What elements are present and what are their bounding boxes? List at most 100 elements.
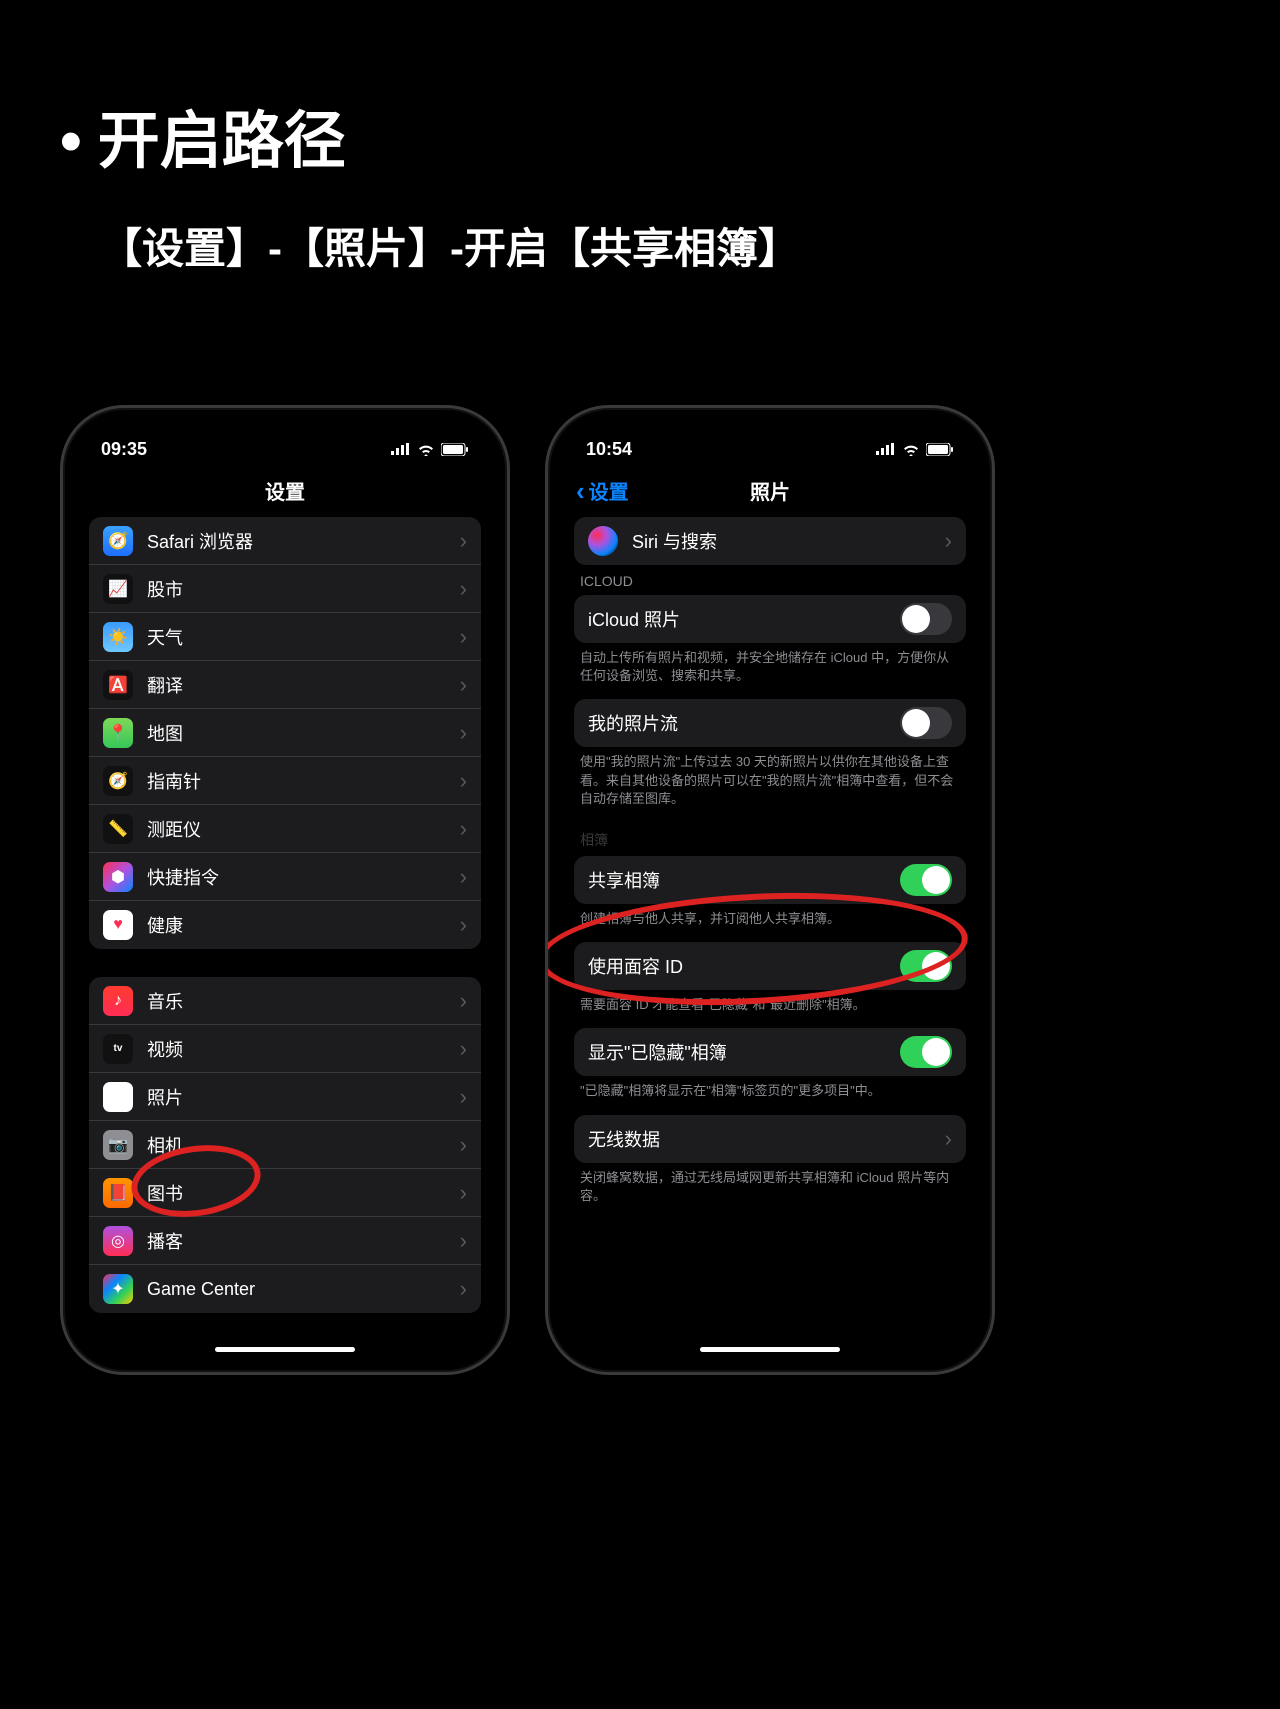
row-label: 视频 [147, 1036, 460, 1062]
settings-row-safari[interactable]: 🧭Safari 浏览器› [89, 517, 481, 565]
row-label: 播客 [147, 1228, 460, 1254]
camera-icon: 📷 [103, 1130, 133, 1160]
cellular-row[interactable]: 无线数据 › [574, 1115, 966, 1163]
row-label: 快捷指令 [147, 864, 460, 890]
settings-group-2: ♪音乐›tv视频›✿照片›📷相机›📕图书›◎播客›✦Game Center› [89, 977, 481, 1313]
photos-title: 照片 [750, 482, 790, 504]
notch [670, 422, 870, 452]
wifi-icon [417, 443, 435, 456]
chevron-right-icon: › [460, 816, 467, 842]
cellular-footer: 关闭蜂窝数据，通过无线局域网更新共享相簿和 iCloud 照片等内容。 [562, 1163, 978, 1219]
health-icon: ♥ [103, 910, 133, 940]
settings-row-gamecenter[interactable]: ✦Game Center› [89, 1265, 481, 1313]
hidden-footer: "已隐藏"相簿将显示在"相簿"标签页的"更多项目"中。 [562, 1076, 978, 1114]
tv-icon: tv [103, 1034, 133, 1064]
status-time: 10:54 [586, 439, 632, 460]
faceid-row[interactable]: 使用面容 ID [574, 942, 966, 990]
gamecenter-icon: ✦ [103, 1274, 133, 1304]
shared-footer: 创建相簿与他人共享，并订阅他人共享相簿。 [562, 904, 978, 942]
settings-row-compass[interactable]: 🧭指南针› [89, 757, 481, 805]
music-icon: ♪ [103, 986, 133, 1016]
home-indicator[interactable] [700, 1347, 840, 1352]
row-label: 音乐 [147, 988, 460, 1014]
back-button[interactable]: ‹ 设置 [576, 476, 629, 505]
settings-row-weather[interactable]: ☀️天气› [89, 613, 481, 661]
photostream-footer: 使用"我的照片流"上传过去 30 天的新照片以供你在其他设备上查看。来自其他设备… [562, 747, 978, 822]
home-indicator[interactable] [215, 1347, 355, 1352]
cellular-icon [391, 443, 411, 455]
hidden-toggle[interactable] [900, 1036, 952, 1068]
shared-album-toggle[interactable] [900, 864, 952, 896]
phone-left-frame: 09:35 设置 🧭Safari 浏览器›📈股市›☀️天气›🅰️翻译›📍地图›🧭… [60, 405, 510, 1375]
status-time: 09:35 [101, 439, 147, 460]
chevron-right-icon: › [945, 1126, 952, 1152]
shortcuts-icon: ⬢ [103, 862, 133, 892]
chevron-right-icon: › [460, 1180, 467, 1206]
maps-icon: 📍 [103, 718, 133, 748]
settings-title: 设置 [265, 482, 305, 504]
icloud-photos-row[interactable]: iCloud 照片 [574, 595, 966, 643]
status-icons [876, 443, 954, 456]
icloud-section-header: ICLOUD [562, 565, 978, 595]
row-label: 健康 [147, 912, 460, 938]
siri-search-row[interactable]: Siri 与搜索 › [574, 517, 966, 565]
chevron-right-icon: › [945, 528, 952, 554]
chevron-right-icon: › [460, 1036, 467, 1062]
photostream-toggle[interactable] [900, 707, 952, 739]
photostream-label: 我的照片流 [588, 710, 900, 736]
settings-row-tv[interactable]: tv 视频› [89, 1025, 481, 1073]
chevron-right-icon: › [460, 672, 467, 698]
settings-row-health[interactable]: ♥健康› [89, 901, 481, 949]
row-label: 股市 [147, 576, 460, 602]
measure-icon: 📏 [103, 814, 133, 844]
settings-row-photos[interactable]: ✿照片› [89, 1073, 481, 1121]
back-label: 设置 [589, 476, 629, 505]
settings-row-camera[interactable]: 📷相机› [89, 1121, 481, 1169]
settings-row-stocks[interactable]: 📈股市› [89, 565, 481, 613]
icloud-photos-toggle[interactable] [900, 603, 952, 635]
hidden-group: 显示"已隐藏"相簿 [574, 1028, 966, 1076]
photostream-row[interactable]: 我的照片流 [574, 699, 966, 747]
chevron-right-icon: › [460, 864, 467, 890]
chevron-right-icon: › [460, 1084, 467, 1110]
icloud-photos-group: iCloud 照片 [574, 595, 966, 643]
settings-row-shortcuts[interactable]: ⬢ 快捷指令› [89, 853, 481, 901]
settings-row-books[interactable]: 📕图书› [89, 1169, 481, 1217]
icloud-photos-label: iCloud 照片 [588, 606, 900, 632]
heading-text: 开启路径 [98, 107, 346, 176]
settings-row-measure[interactable]: 📏 测距仪› [89, 805, 481, 853]
chevron-right-icon: › [460, 576, 467, 602]
siri-label: Siri 与搜索 [632, 528, 945, 554]
battery-icon [441, 443, 469, 456]
settings-row-translate[interactable]: 🅰️ 翻译› [89, 661, 481, 709]
faceid-toggle[interactable] [900, 950, 952, 982]
safari-icon: 🧭 [103, 526, 133, 556]
row-label: Game Center [147, 1279, 460, 1300]
chevron-left-icon: ‹ [576, 478, 585, 504]
hidden-label: 显示"已隐藏"相簿 [588, 1039, 900, 1065]
row-label: 翻译 [147, 672, 460, 698]
settings-group-1: 🧭Safari 浏览器›📈股市›☀️天气›🅰️翻译›📍地图›🧭指南针›📏测距仪›… [89, 517, 481, 949]
settings-row-podcasts[interactable]: ◎播客› [89, 1217, 481, 1265]
chevron-right-icon: › [460, 720, 467, 746]
settings-row-music[interactable]: ♪ 音乐› [89, 977, 481, 1025]
chevron-right-icon: › [460, 988, 467, 1014]
row-label: 测距仪 [147, 816, 460, 842]
albums-section-header: 相簿 [562, 822, 978, 856]
cellular-label: 无线数据 [588, 1126, 945, 1152]
photos-icon: ✿ [103, 1082, 133, 1112]
icloud-footer: 自动上传所有照片和视频，并安全地储存在 iCloud 中，方便你从任何设备浏览、… [562, 643, 978, 699]
settings-row-maps[interactable]: 📍地图› [89, 709, 481, 757]
page-heading: •开启路径 [60, 90, 346, 180]
battery-icon [926, 443, 954, 456]
siri-group: Siri 与搜索 › [574, 517, 966, 565]
hidden-row[interactable]: 显示"已隐藏"相簿 [574, 1028, 966, 1076]
notch [185, 422, 385, 452]
row-label: 指南针 [147, 768, 460, 794]
shared-album-row[interactable]: 共享相簿 [574, 856, 966, 904]
translate-icon: 🅰️ [103, 670, 133, 700]
phone-right-frame: 10:54 ‹ 设置 照片 Siri 与搜索 › ICLOUD [545, 405, 995, 1375]
shared-album-group: 共享相簿 [574, 856, 966, 904]
row-label: 天气 [147, 624, 460, 650]
chevron-right-icon: › [460, 624, 467, 650]
